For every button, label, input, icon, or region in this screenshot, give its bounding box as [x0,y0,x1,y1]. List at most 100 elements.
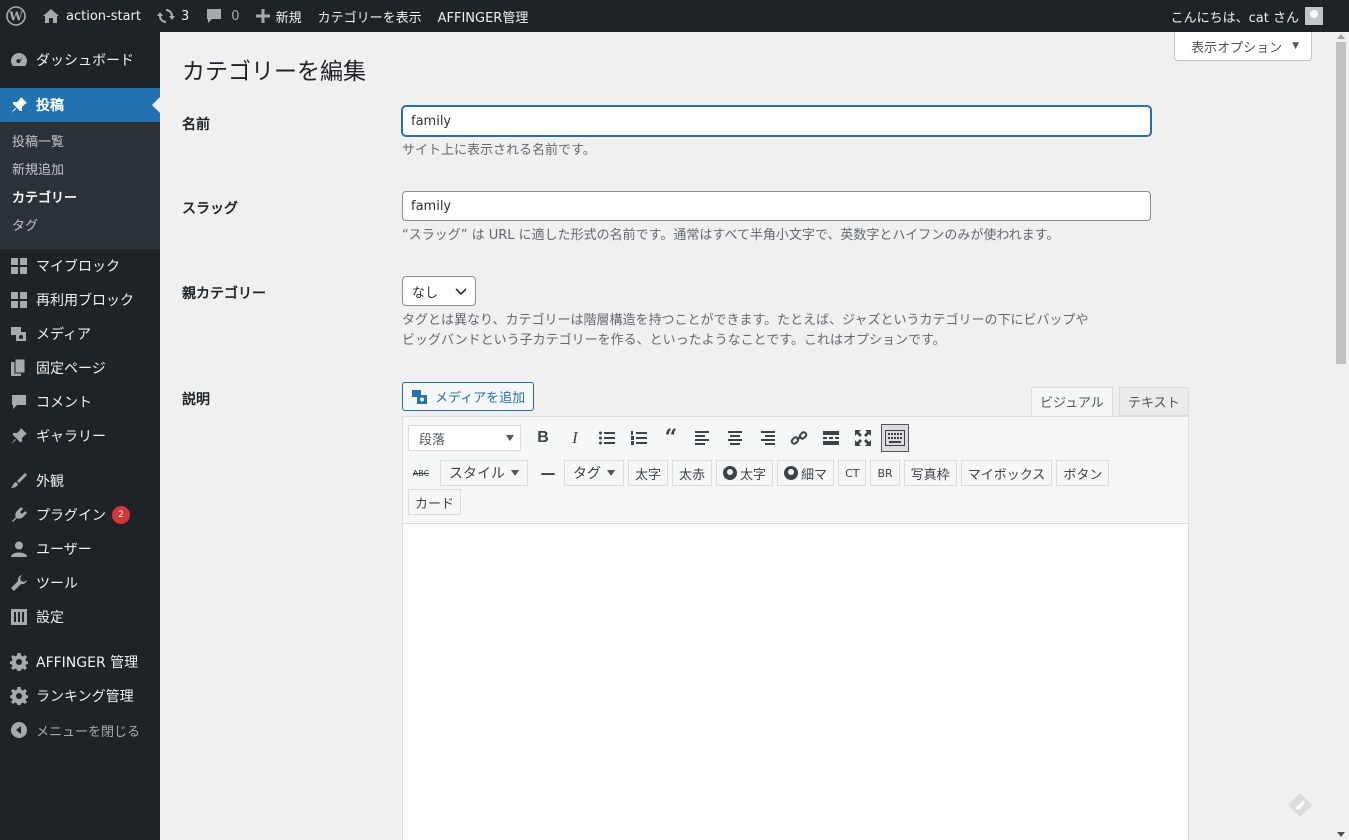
slug-field[interactable]: family [402,191,1151,221]
submenu-categories[interactable]: カテゴリー [0,185,160,213]
plugin-icon [10,506,28,524]
submenu-add-new[interactable]: 新規追加 [0,157,160,185]
editor-body[interactable] [403,524,1188,840]
view-category-link[interactable]: カテゴリーを表示 [310,0,430,32]
updates-link[interactable]: 3 [149,0,197,32]
page-scrollbar[interactable] [1333,32,1349,840]
menu-label: メディア [36,327,92,343]
toolbar-row-1: 段落 B I “ [408,424,911,452]
admin-sidebar: ダッシュボード 投稿 投稿一覧 新規追加 カテゴリー タグ マイブロック 再利用… [0,32,160,840]
bold-icon[interactable]: B [529,424,557,452]
person-icon [784,466,799,480]
collapse-menu-button[interactable]: メニューを閉じる [0,713,160,747]
site-name-link[interactable]: action-start [34,0,149,32]
editor-toolbar: 段落 B I “ ABC スタイル — タグ 太字 太赤 太字 細マ CT BR… [403,417,1188,524]
link-icon[interactable] [785,424,813,452]
menu-tools[interactable]: ツール [0,566,160,600]
caret-down-icon: ▼ [1292,41,1299,51]
tag-dropdown[interactable]: タグ [564,460,624,486]
caret-down-icon [607,470,615,476]
slug-label: スラッグ [182,201,238,217]
menu-settings[interactable]: 設定 [0,600,160,634]
style-label: スタイル [449,466,505,482]
menu-my-blocks[interactable]: マイブロック [0,249,160,283]
menu-label: 再利用ブロック [36,293,134,309]
svg-text:W: W [8,10,23,24]
menu-affinger[interactable]: AFFINGER 管理 [0,645,160,679]
name-label: 名前 [182,117,210,133]
menu-label: ユーザー [36,542,92,558]
scrollbar-thumb[interactable] [1336,42,1346,364]
parent-description-line: タグとは異なり、カテゴリーは階層構造を持つことができます。たとえば、ジャズという… [402,313,1089,328]
menu-appearance[interactable]: 外観 [0,464,160,498]
menu-pages[interactable]: 固定ページ [0,351,160,385]
plus-icon [255,9,270,23]
comment-icon [10,393,28,411]
wordpress-logo-icon[interactable]: W [0,0,34,32]
menu-plugins[interactable]: プラグイン 2 [0,498,160,532]
align-left-icon[interactable] [689,424,717,452]
settings-sliders-icon [10,608,28,626]
comments-link[interactable]: 0 [197,0,247,32]
person-thin-label: 細マ [801,467,828,483]
menu-comments[interactable]: コメント [0,385,160,419]
admin-bar: W action-start 3 0 新規 カテゴリーを表示 AFFINGER管… [0,0,1349,32]
blockquote-icon[interactable]: “ [657,424,685,452]
parent-category-select[interactable]: なし [402,276,476,306]
fullscreen-icon[interactable] [849,424,877,452]
menu-label: 外観 [36,474,64,490]
toolbar-row-3: カード [408,489,465,515]
menu-gallery[interactable]: ギャラリー [0,419,160,453]
format-select[interactable]: 段落 [408,425,521,451]
align-center-icon[interactable] [721,424,749,452]
card-button[interactable]: カード [408,489,462,515]
tab-visual[interactable]: ビジュアル [1031,387,1113,416]
tab-text[interactable]: テキスト [1119,387,1189,416]
home-icon [43,9,59,23]
affinger-admin-link[interactable]: AFFINGER管理 [430,0,537,32]
submenu-all-posts[interactable]: 投稿一覧 [0,129,160,157]
chevron-down-icon [455,288,467,296]
menu-dashboard[interactable]: ダッシュボード [0,43,160,77]
gear-icon [10,653,28,671]
add-media-button[interactable]: メディアを追加 [402,382,535,411]
user-icon [10,540,28,558]
menu-posts[interactable]: 投稿 [0,88,160,122]
italic-icon[interactable]: I [561,424,589,452]
horizontal-line-icon[interactable]: — [534,459,562,487]
person-bold-button[interactable]: 太字 [716,460,774,486]
style-dropdown[interactable]: スタイル [440,460,528,486]
toolbar-row-2: ABC スタイル — タグ 太字 太赤 太字 細マ CT BR 写真枠 マイボッ… [408,459,1113,487]
menu-users[interactable]: ユーザー [0,532,160,566]
my-account[interactable]: こんにちは、cat さん [1171,0,1323,32]
my-box-button[interactable]: マイボックス [960,460,1053,486]
br-button[interactable]: BR [870,460,900,486]
submenu-tags[interactable]: タグ [0,213,160,241]
ct-button[interactable]: CT [838,460,867,486]
bold-red-button[interactable]: 太赤 [672,460,713,486]
menu-media[interactable]: メディア [0,317,160,351]
strikethrough-icon[interactable]: ABC [410,459,432,487]
align-right-icon[interactable] [753,424,781,452]
photo-frame-button[interactable]: 写真枠 [903,460,957,486]
menu-ranking[interactable]: ランキング管理 [0,679,160,713]
numbered-list-icon[interactable] [625,424,653,452]
toolbar-toggle-icon[interactable] [881,424,909,452]
menu-reusable-blocks[interactable]: 再利用ブロック [0,283,160,317]
bulleted-list-icon[interactable] [593,424,621,452]
read-more-icon[interactable] [817,424,845,452]
edit-feather-icon[interactable] [1287,792,1313,822]
screen-options-button[interactable]: 表示オプション ▼ [1174,32,1312,61]
button-button[interactable]: ボタン [1056,460,1110,486]
name-field[interactable]: family [402,106,1151,136]
new-content-link[interactable]: 新規 [248,0,310,32]
person-thin-button[interactable]: 細マ [777,460,835,486]
bold-button[interactable]: 太字 [628,460,669,486]
scroll-down-arrow-icon[interactable] [1337,832,1345,837]
pages-icon [10,359,28,377]
menu-label: AFFINGER 管理 [36,655,139,671]
pin-icon [10,427,28,445]
scroll-up-arrow-icon[interactable] [1337,34,1345,39]
menu-label: メニューを閉じる [36,724,141,740]
media-icon [10,325,28,343]
